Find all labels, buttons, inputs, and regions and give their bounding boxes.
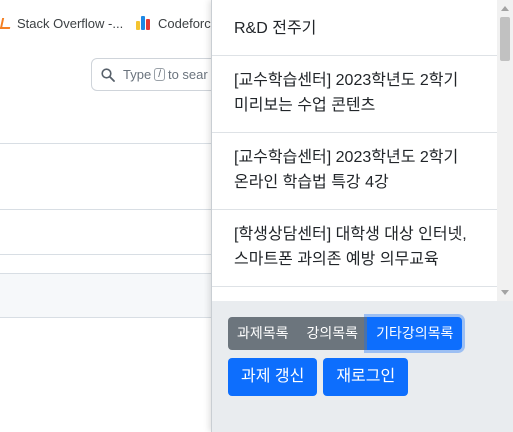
divider	[0, 273, 212, 274]
search-placeholder: Type	[123, 67, 152, 82]
bookmark-label: Stack Overflow -...	[17, 15, 124, 31]
extension-popup: R&D 전주기 [교수학습센터] 2023학년도 2학기 미리보는 수업 콘텐츠…	[211, 0, 513, 432]
refresh-assignments-button[interactable]: 과제 갱신	[228, 358, 318, 396]
search-placeholder-rest: to sear	[167, 67, 208, 82]
bookmark-stackoverflow[interactable]: Stack Overflow -...	[0, 13, 123, 33]
list-item-title: [교수학습센터] 2023학년도 2학기 미리보는 수업 콘텐츠	[234, 72, 459, 114]
list-item-title: [교수학습센터] 2023학년도 2학기 온라인 학습법 특강 4강	[234, 149, 459, 191]
divider	[0, 143, 212, 144]
divider	[0, 317, 212, 318]
action-buttons: 과제 갱신 재로그인	[228, 358, 409, 396]
divider	[0, 209, 212, 210]
list-item[interactable]: R&D 전주기	[212, 0, 497, 56]
background-row	[0, 273, 212, 317]
list-item-title: [학생상담센터] 대학생 대상 인터넷, 스마트폰 과의존 예방 의무교육	[234, 226, 467, 268]
shortcut-key: /	[154, 68, 165, 81]
list-item[interactable]: [학생상담센터] 대학생 대상 인터넷, 스마트폰 과의존 예방 의무교육	[212, 210, 497, 287]
list-item-title: R&D 전주기	[234, 20, 317, 37]
scroll-up-arrow-icon[interactable]	[501, 6, 509, 11]
tab-other-lectures[interactable]: 기타강의목록	[367, 317, 463, 350]
bookmark-label: Codeforce	[158, 15, 218, 31]
codeforces-icon	[136, 16, 152, 30]
tab-lectures[interactable]: 강의목록	[297, 317, 368, 350]
list-item[interactable]: [교수학습센터] 2023학년도 2학기 미리보는 수업 콘텐츠	[212, 56, 497, 133]
list-type-tabs: 과제목록 강의목록 기타강의목록	[228, 317, 463, 350]
list-scrollbar[interactable]	[497, 0, 513, 301]
scroll-down-arrow-icon[interactable]	[501, 290, 509, 295]
lecture-list[interactable]: R&D 전주기 [교수학습센터] 2023학년도 2학기 미리보는 수업 콘텐츠…	[212, 0, 497, 301]
stackoverflow-icon	[0, 16, 11, 30]
bookmark-codeforces[interactable]: Codeforce	[136, 13, 218, 33]
tab-assignments[interactable]: 과제목록	[228, 317, 298, 350]
scrollbar-thumb[interactable]	[500, 17, 510, 61]
divider	[0, 254, 212, 255]
list-item[interactable]: [교수학습센터] 2023학년도 2학기 온라인 학습법 특강 4강	[212, 133, 497, 210]
relogin-button[interactable]: 재로그인	[323, 358, 409, 396]
search-icon	[101, 67, 115, 82]
